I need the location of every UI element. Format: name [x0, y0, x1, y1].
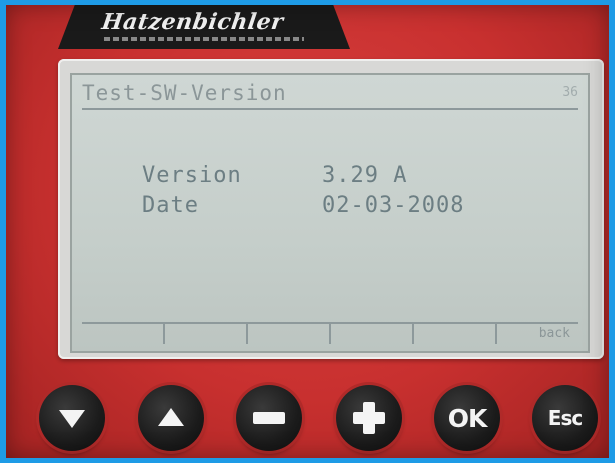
plus-icon [353, 402, 385, 434]
down-button[interactable] [39, 385, 105, 451]
softkey-1[interactable] [82, 324, 163, 344]
plus-button[interactable] [336, 385, 402, 451]
date-label: Date [142, 193, 199, 218]
arrow-up-icon [158, 408, 184, 426]
date-value: 02-03-2008 [322, 193, 465, 218]
version-value: 3.29 A [322, 163, 408, 188]
screen-title: Test-SW-Version [82, 81, 287, 105]
minus-icon [253, 412, 285, 424]
minus-button[interactable] [236, 385, 302, 451]
page-indicator: 36 [562, 85, 578, 100]
up-button[interactable] [138, 385, 204, 451]
esc-button[interactable]: Esc [532, 385, 598, 451]
softkey-2[interactable] [163, 324, 246, 344]
device-panel: Hatzenbichler Test-SW-Version 36 Version… [6, 5, 609, 458]
softkey-4[interactable] [329, 324, 412, 344]
softkey-bar: back [82, 322, 578, 344]
keypad: OK Esc [6, 377, 609, 458]
softkey-5[interactable] [412, 324, 495, 344]
softkey-back[interactable]: back [495, 324, 578, 344]
ok-button[interactable]: OK [434, 385, 500, 451]
brand-tagline-mark [104, 37, 304, 41]
title-divider [82, 108, 578, 110]
ok-label: OK [447, 403, 488, 433]
softkey-3[interactable] [246, 324, 329, 344]
lcd-screen: Test-SW-Version 36 Version 3.29 A Date 0… [70, 73, 590, 353]
version-label: Version [142, 163, 242, 188]
esc-label: Esc [547, 406, 583, 430]
brand-logo: Hatzenbichler [100, 9, 286, 35]
arrow-down-icon [59, 410, 85, 428]
